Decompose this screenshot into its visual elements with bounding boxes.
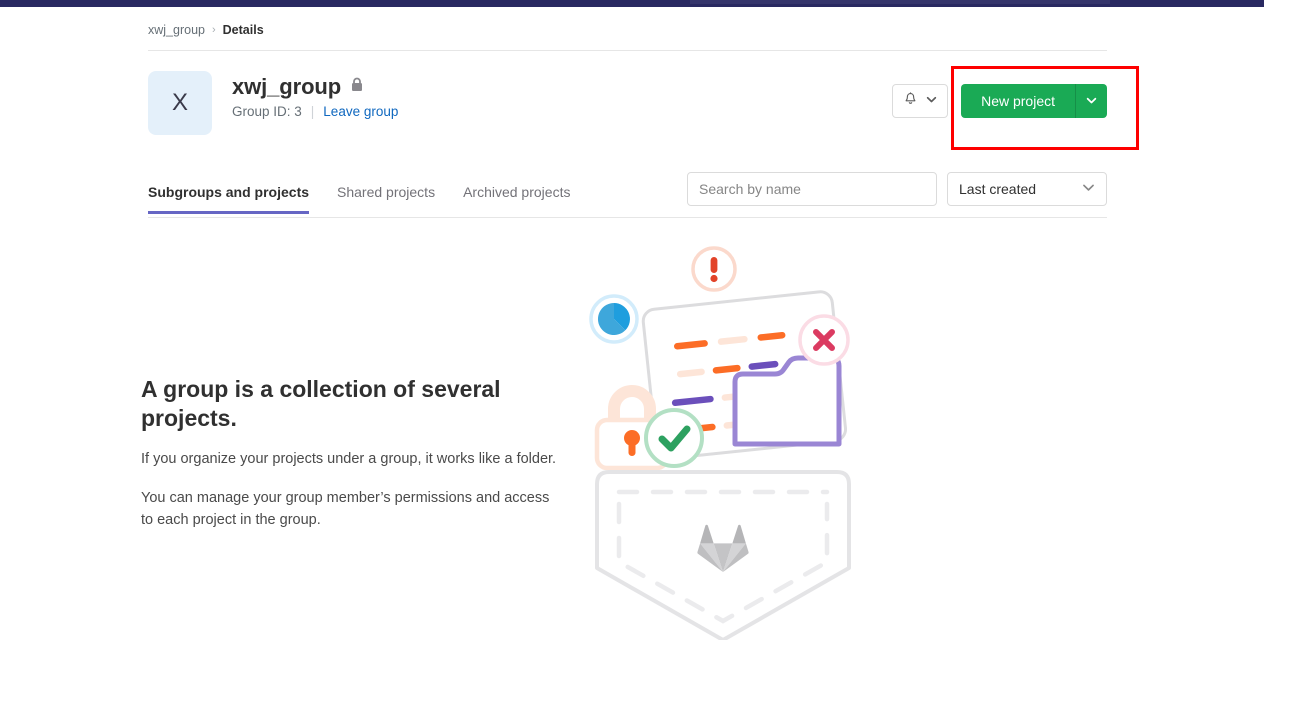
empty-group-pocket-illustration xyxy=(579,240,879,645)
avatar-letter: X xyxy=(171,89,188,116)
x-circle-icon xyxy=(798,314,850,366)
leave-group-link[interactable]: Leave group xyxy=(323,104,398,119)
notification-settings-button[interactable] xyxy=(892,84,949,118)
page-title: xwj_group xyxy=(232,74,342,99)
group-title-row: xwj_group xyxy=(232,74,398,100)
subtitle-divider: | xyxy=(310,104,315,119)
sort-dropdown[interactable]: Last created xyxy=(947,172,1107,206)
new-project-dropdown-toggle[interactable] xyxy=(1075,84,1107,118)
breadcrumb: xwj_group › Details xyxy=(148,0,1107,48)
chevron-down-icon xyxy=(1086,94,1097,109)
group-id-label: Group ID: 3 xyxy=(232,104,302,119)
group-avatar[interactable]: X xyxy=(148,71,212,135)
lock-icon xyxy=(350,77,364,98)
group-header: X xwj_group Group ID: 3 | Leave group Ne… xyxy=(148,70,1107,150)
breadcrumb-separator-icon: › xyxy=(211,24,216,36)
breadcrumb-divider xyxy=(148,50,1107,51)
new-project-button[interactable]: New project xyxy=(961,84,1075,118)
empty-state-text: A group is a collection of several proje… xyxy=(141,240,561,550)
bell-icon xyxy=(903,91,918,112)
tabs-row: Subgroups and projects Shared projects A… xyxy=(148,172,1107,218)
sort-dropdown-value: Last created xyxy=(959,181,1037,197)
check-circle-icon xyxy=(644,408,704,468)
tab-list: Subgroups and projects Shared projects A… xyxy=(148,172,584,214)
tab-shared-projects[interactable]: Shared projects xyxy=(323,172,449,213)
tab-subgroups-and-projects[interactable]: Subgroups and projects xyxy=(148,172,323,214)
tab-archived-projects[interactable]: Archived projects xyxy=(449,172,584,213)
page-container: xwj_group › Details X xwj_group Group ID… xyxy=(148,0,1107,218)
breadcrumb-current: Details xyxy=(222,23,264,37)
empty-state: A group is a collection of several proje… xyxy=(141,240,1107,645)
empty-state-paragraph-1: If you organize your projects under a gr… xyxy=(141,450,557,467)
exclamation-circle-icon xyxy=(691,246,737,292)
empty-state-paragraph-2: You can manage your group member’s permi… xyxy=(141,490,550,528)
group-meta: xwj_group Group ID: 3 | Leave group xyxy=(232,70,398,119)
group-subtitle: Group ID: 3 | Leave group xyxy=(232,104,398,119)
filters: Last created xyxy=(687,172,1107,206)
chevron-down-icon xyxy=(1082,181,1095,197)
pie-chart-circle-icon xyxy=(589,294,639,344)
empty-state-title: A group is a collection of several proje… xyxy=(141,376,501,431)
search-input[interactable] xyxy=(687,172,937,206)
new-project-split-button: New project xyxy=(961,84,1107,118)
header-actions: New project xyxy=(892,84,1107,118)
group-details-page: xwj_group › Details X xwj_group Group ID… xyxy=(0,0,1290,721)
chevron-down-icon xyxy=(926,92,937,110)
breadcrumb-group-link[interactable]: xwj_group xyxy=(148,23,205,37)
